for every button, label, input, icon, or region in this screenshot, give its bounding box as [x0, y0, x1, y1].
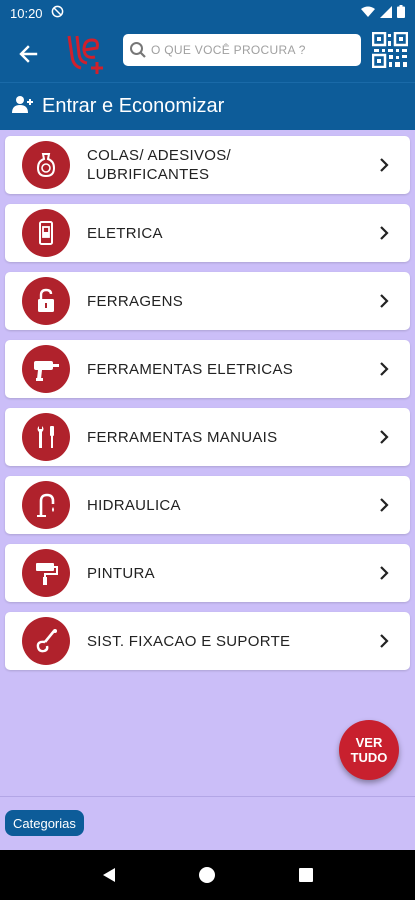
do-not-disturb-icon: [51, 5, 64, 21]
paint-roller-icon: [22, 549, 70, 597]
category-label: SIST. FIXACAO E SUPORTE: [87, 632, 291, 650]
status-time: 10:20: [10, 5, 43, 21]
category-label: FERRAMENTAS ELETRICAS: [87, 360, 294, 378]
category-item-hidraulica[interactable]: HIDRAULICA: [5, 476, 410, 534]
category-item-sist-fixacao[interactable]: SIST. FIXACAO E SUPORTE: [5, 612, 410, 670]
logo-icon: [67, 35, 103, 74]
power-drill-icon: [22, 345, 70, 393]
add-user-icon: [12, 95, 34, 119]
categories-chip[interactable]: Categorias: [5, 810, 84, 836]
chevron-right-icon: [380, 498, 389, 512]
chevron-right-icon: [380, 634, 389, 648]
hook-icon: [22, 617, 70, 665]
electric-switch-icon: [22, 209, 70, 257]
glue-bottle-icon: [22, 141, 70, 189]
chevron-right-icon: [380, 158, 389, 172]
nav-recents-button[interactable]: [294, 863, 318, 887]
chevron-right-icon: [380, 226, 389, 240]
home-circle-icon: [199, 867, 216, 883]
chevron-right-icon: [380, 566, 389, 580]
chevron-right-icon: [380, 362, 389, 376]
back-triangle-icon: [103, 868, 116, 882]
category-item-ferramentas-manuais[interactable]: FERRAMENTAS MANUAIS: [5, 408, 410, 466]
chevron-right-icon: [380, 430, 389, 444]
recents-square-icon: [298, 868, 313, 882]
category-label: FERRAGENS: [87, 292, 184, 310]
category-label: ELETRICA: [87, 224, 163, 242]
store-logo[interactable]: [60, 29, 110, 79]
see-all-button[interactable]: VER TUDO: [339, 720, 399, 780]
search-icon: [130, 42, 146, 58]
search-input[interactable]: [151, 43, 351, 57]
category-item-colas[interactable]: COLAS/ ADESIVOS/ LUBRIFICANTES: [5, 136, 410, 194]
app-bar: [0, 26, 415, 82]
category-label: PINTURA: [87, 564, 155, 582]
nav-back-button[interactable]: [97, 863, 121, 887]
faucet-icon: [22, 481, 70, 529]
chevron-right-icon: [380, 294, 389, 308]
bottom-bar: Categorias: [0, 796, 415, 850]
category-label: COLAS/ ADESIVOS/ LUBRIFICANTES: [87, 147, 232, 183]
category-item-pintura[interactable]: PINTURA: [5, 544, 410, 602]
back-button[interactable]: [0, 26, 56, 82]
system-nav-bar: [0, 850, 415, 900]
back-arrow-icon: [19, 45, 38, 63]
search-box[interactable]: [123, 34, 361, 66]
nav-home-button[interactable]: [195, 863, 219, 887]
wrench-screwdriver-icon: [22, 413, 70, 461]
login-bar[interactable]: Entrar e Economizar: [0, 82, 415, 130]
category-item-ferragens[interactable]: FERRAGENS: [5, 272, 410, 330]
signal-icon: [380, 5, 392, 21]
qr-code-icon: [371, 31, 409, 69]
login-label: Entrar e Economizar: [42, 95, 225, 117]
battery-icon: [397, 5, 405, 21]
category-label: HIDRAULICA: [87, 496, 181, 514]
wifi-icon: [361, 6, 375, 21]
category-label: FERRAMENTAS MANUAIS: [87, 428, 278, 446]
category-item-ferramentas-eletricas[interactable]: FERRAMENTAS ELETRICAS: [5, 340, 410, 398]
qr-code-button[interactable]: [371, 31, 409, 69]
padlock-icon: [22, 277, 70, 325]
status-bar: 10:20: [0, 0, 415, 26]
category-item-eletrica[interactable]: ELETRICA: [5, 204, 410, 262]
